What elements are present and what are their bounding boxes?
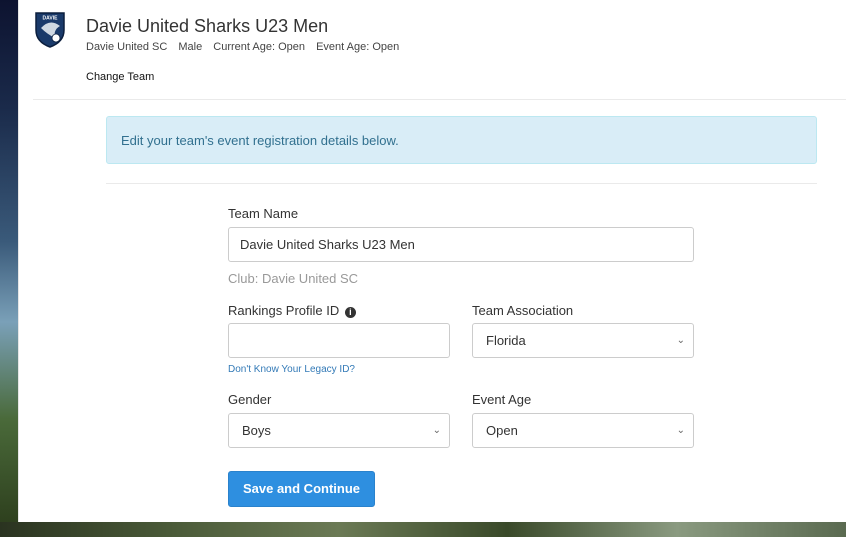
event-age-label: Event Age: [472, 392, 532, 407]
registration-panel: DAVIE Davie United Sharks U23 Men Davie …: [18, 0, 846, 522]
current-age: Current Age: Open: [213, 41, 306, 53]
rankings-profile-label-text: Rankings Profile ID: [228, 303, 340, 318]
gender-select[interactable]: Boys ⌄: [228, 413, 450, 448]
club-text: Club: Davie United SC: [228, 271, 359, 286]
gender-label: Gender: [228, 392, 272, 407]
background-photo-left: [0, 0, 18, 537]
team-logo-icon: DAVIE: [35, 12, 65, 48]
divider: [106, 183, 817, 184]
chevron-down-icon: ⌄: [676, 425, 685, 436]
team-association-label: Team Association: [472, 303, 574, 318]
rankings-profile-input[interactable]: [228, 323, 450, 358]
event-age-value: Open: [486, 423, 518, 438]
team-meta: Davie United SC Male Current Age: Open E…: [86, 41, 407, 53]
chevron-down-icon: ⌄: [432, 425, 441, 436]
rankings-profile-label: Rankings Profile ID i: [228, 303, 356, 318]
gender-value: Boys: [242, 423, 271, 438]
event-age-select[interactable]: Open ⌄: [472, 413, 694, 448]
team-title: Davie United Sharks U23 Men: [86, 16, 329, 36]
team-name-label: Team Name: [228, 206, 299, 221]
team-name-input[interactable]: Davie United Sharks U23 Men: [228, 227, 694, 262]
info-alert: Edit your team's event registration deta…: [106, 116, 817, 164]
change-team-link[interactable]: Change Team: [86, 71, 154, 83]
divider: [33, 99, 846, 100]
info-icon[interactable]: i: [344, 307, 356, 318]
logo-text: DAVIE: [43, 16, 59, 22]
legacy-id-link[interactable]: Don't Know Your Legacy ID?: [228, 364, 355, 375]
event-age: Event Age: Open: [316, 41, 400, 53]
team-association-value: Florida: [486, 333, 526, 348]
team-association-select[interactable]: Florida ⌄: [472, 323, 694, 358]
background-photo-bottom: [0, 522, 846, 537]
team-gender: Male: [178, 41, 203, 53]
chevron-down-icon: ⌄: [676, 335, 685, 346]
club-name: Davie United SC: [86, 41, 168, 53]
save-and-continue-button[interactable]: Save and Continue: [228, 471, 375, 507]
